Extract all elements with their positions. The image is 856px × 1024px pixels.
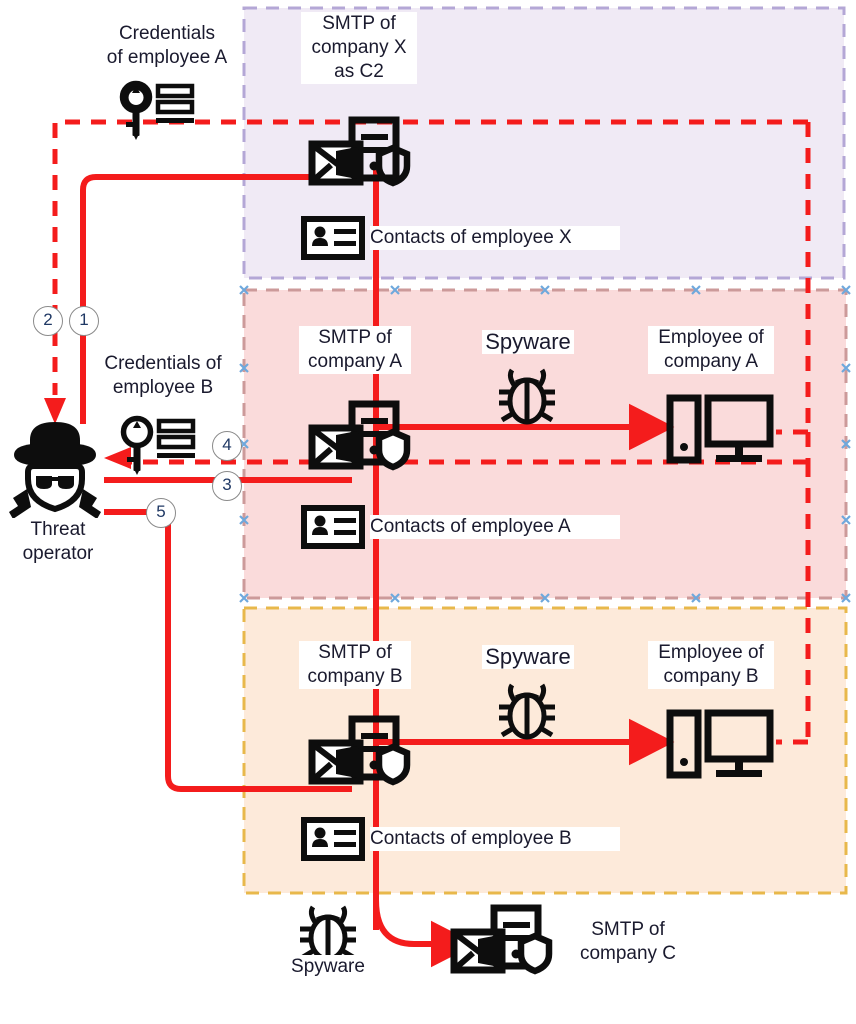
- label-contacts-employee-x: Contacts of employee X: [370, 226, 620, 250]
- label-smtp-company-a: SMTP of company A: [299, 326, 411, 374]
- label-smtp-company-c: SMTP of company C: [566, 918, 690, 966]
- step-circle-3: 3: [212, 471, 242, 501]
- label-employee-company-a: Employee of company A: [648, 326, 774, 374]
- spy-incognito-icon: [9, 422, 101, 519]
- contacts-card-icon: [301, 817, 365, 861]
- key-credentials-icon: [120, 415, 196, 475]
- step-circle-5: 5: [146, 498, 176, 528]
- flow-4-arrowhead: [104, 447, 131, 469]
- mail-server-shield-icon: [450, 904, 553, 975]
- step-circle-4: 4: [212, 431, 242, 461]
- diagram-canvas: Credentials of employee A SMTP of compan…: [0, 0, 856, 1024]
- flow-2-arrowhead: [44, 398, 66, 424]
- diagram-graphics: [9, 6, 851, 975]
- label-threat-operator: Threat operator: [8, 518, 108, 566]
- label-spyware-b: Spyware: [482, 645, 574, 669]
- label-credentials-employee-b: Credentials of employee B: [88, 352, 238, 400]
- label-smtp-company-b: SMTP of company B: [299, 641, 411, 689]
- label-smtp-company-x: SMTP of company X as C2: [301, 12, 417, 84]
- key-credentials-icon: [119, 80, 195, 140]
- step-circle-1: 1: [69, 306, 99, 336]
- contacts-card-icon: [301, 505, 365, 549]
- label-credentials-employee-a: Credentials of employee A: [92, 22, 242, 70]
- contacts-card-icon: [301, 216, 365, 260]
- step-circle-2: 2: [33, 306, 63, 336]
- label-contacts-employee-b: Contacts of employee B: [370, 827, 620, 851]
- flow-to-smtp-company-c: [373, 899, 477, 968]
- bug-spyware-icon: [300, 905, 356, 962]
- label-contacts-employee-a: Contacts of employee A: [370, 515, 620, 539]
- label-spyware-a: Spyware: [482, 330, 574, 354]
- label-spyware-c: Spyware: [282, 955, 374, 979]
- label-employee-company-b: Employee of company B: [648, 641, 774, 689]
